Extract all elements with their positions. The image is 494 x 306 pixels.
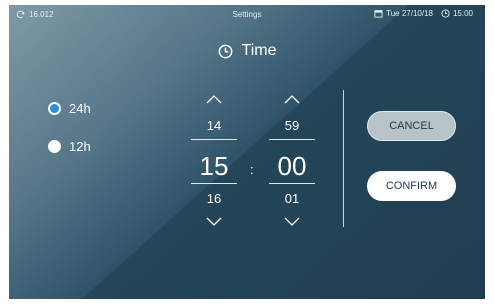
radio-12h[interactable]: 12h bbox=[48, 139, 91, 154]
time-separator: : bbox=[250, 162, 254, 177]
minute-divider-bottom bbox=[269, 183, 315, 184]
radio-selected-indicator bbox=[48, 102, 61, 115]
clock-icon bbox=[218, 44, 232, 58]
minute-divider-top bbox=[269, 139, 315, 140]
chevron-down-icon bbox=[284, 217, 300, 226]
page-title: Time bbox=[9, 42, 485, 60]
radio-12h-label: 12h bbox=[69, 139, 91, 154]
minute-current[interactable]: 00 bbox=[269, 151, 315, 182]
hour-divider-top bbox=[191, 139, 237, 140]
minute-prev: 59 bbox=[284, 118, 300, 133]
hour-divider-bottom bbox=[191, 183, 237, 184]
vertical-divider bbox=[343, 90, 344, 227]
status-bar: 16.012 Settings Tue 27/10/18 15:00 bbox=[9, 5, 485, 23]
hour-up-button[interactable] bbox=[191, 95, 237, 104]
hour-down-button[interactable] bbox=[191, 217, 237, 226]
hour-next: 16 bbox=[206, 191, 222, 206]
chevron-up-icon bbox=[284, 95, 300, 104]
minute-up-button[interactable] bbox=[269, 95, 315, 104]
radio-24h-label: 24h bbox=[69, 101, 91, 116]
calendar-icon bbox=[374, 10, 383, 18]
confirm-button[interactable]: CONFIRM bbox=[367, 171, 456, 201]
time-settings-screen: 16.012 Settings Tue 27/10/18 15:00 Time … bbox=[9, 5, 485, 299]
hour-prev: 14 bbox=[206, 118, 222, 133]
status-right: Tue 27/10/18 15:00 bbox=[374, 9, 476, 18]
status-date: Tue 27/10/18 bbox=[386, 9, 433, 18]
chevron-up-icon bbox=[206, 95, 222, 104]
minute-next: 01 bbox=[284, 191, 300, 206]
hour-current[interactable]: 15 bbox=[191, 151, 237, 182]
page-title-text: Time bbox=[241, 42, 277, 59]
clock-icon bbox=[441, 9, 450, 18]
cancel-button[interactable]: CANCEL bbox=[367, 111, 456, 141]
radio-unselected-indicator bbox=[48, 140, 61, 153]
chevron-down-icon bbox=[206, 217, 222, 226]
minute-down-button[interactable] bbox=[269, 217, 315, 226]
radio-24h[interactable]: 24h bbox=[48, 101, 91, 116]
status-time: 15:00 bbox=[452, 9, 473, 18]
